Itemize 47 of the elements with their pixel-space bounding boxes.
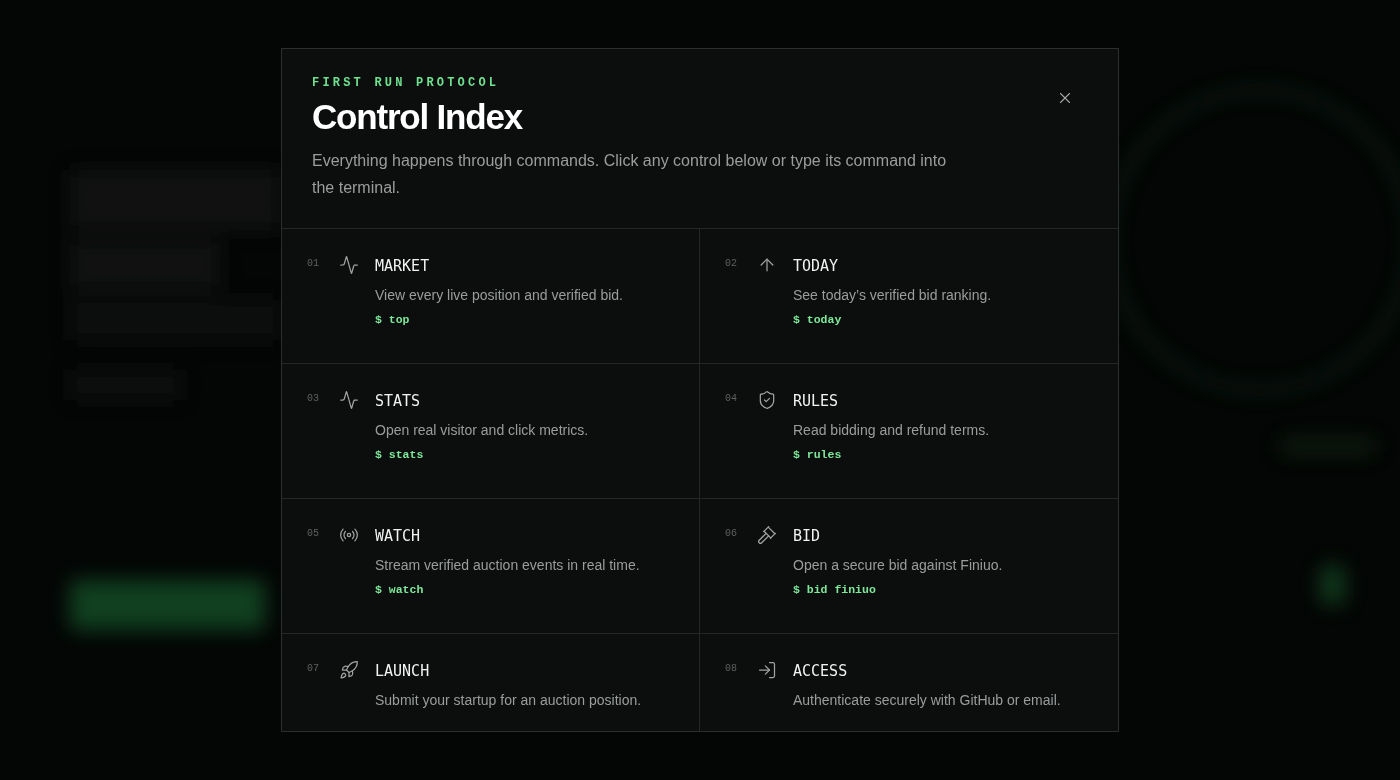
shield-check-icon (757, 390, 777, 410)
control-number: 08 (725, 663, 738, 674)
control-description: Open real visitor and click metrics. (375, 422, 589, 438)
control-name: STATS (375, 392, 421, 410)
pulse-icon (339, 390, 359, 410)
control-name: WATCH (375, 527, 421, 545)
control-description: Submit your startup for an auction position. (375, 692, 642, 708)
control-card[interactable]: 01 MARKET View every live position and verified bid. $ top (282, 229, 700, 364)
control-description: Read bidding and refund terms. (793, 422, 990, 438)
control-name: ACCESS (793, 662, 848, 680)
control-number: 06 (725, 528, 738, 539)
control-name: TODAY (793, 257, 839, 275)
control-number: 07 (307, 663, 320, 674)
control-name: MARKET (375, 257, 430, 275)
control-number: 03 (307, 393, 320, 404)
control-number: 01 (307, 258, 320, 269)
rocket-icon (339, 660, 359, 680)
control-command: $ today (793, 313, 842, 326)
control-card[interactable]: 04 RULES Read bidding and refund terms. $ rules (700, 364, 1118, 499)
dialog-title: Control Index (312, 98, 524, 137)
control-command: $ watch (375, 583, 424, 596)
dialog-eyebrow: FIRST RUN PROTOCOL (312, 76, 501, 90)
control-number: 05 (307, 528, 320, 539)
control-description: See today’s verified bid ranking. (793, 287, 992, 303)
control-number: 04 (725, 393, 738, 404)
gavel-icon (757, 525, 777, 545)
control-card[interactable]: 02 TODAY See today’s verified bid ranking. $ today (700, 229, 1118, 364)
dialog-intro: Everything happens through commands. Click any control below or type its command into the terminal. (312, 150, 948, 198)
control-command: $ rules (793, 448, 842, 461)
control-card[interactable]: 05 WATCH Stream verified auction events in real time. $ watch (282, 499, 700, 634)
pulse-icon (339, 255, 359, 275)
control-name: BID (793, 527, 821, 545)
control-command: $ bid finiuo (793, 583, 876, 596)
control-card[interactable]: 03 STATS Open real visitor and click metrics. $ stats (282, 364, 700, 499)
control-card[interactable]: 07 LAUNCH Submit your startup for an auction position. (282, 634, 700, 731)
control-description: Open a secure bid against Finiuo. (793, 557, 1003, 573)
control-name: RULES (793, 392, 839, 410)
control-description: Stream verified auction events in real time. (375, 557, 640, 573)
sign-in-icon (757, 660, 777, 680)
control-description: View every live position and verified bid. (375, 287, 623, 303)
control-command: $ stats (375, 448, 424, 461)
control-number: 02 (725, 258, 738, 269)
control-card[interactable]: 08 ACCESS Authenticate securely with GitHub or email. (700, 634, 1118, 731)
control-card[interactable]: 06 BID Open a secure bid against Finiuo. $ bid finiuo (700, 499, 1118, 634)
control-command: $ top (375, 313, 410, 326)
control-name: LAUNCH (375, 662, 430, 680)
control-description: Authenticate securely with GitHub or email. (793, 692, 1061, 708)
